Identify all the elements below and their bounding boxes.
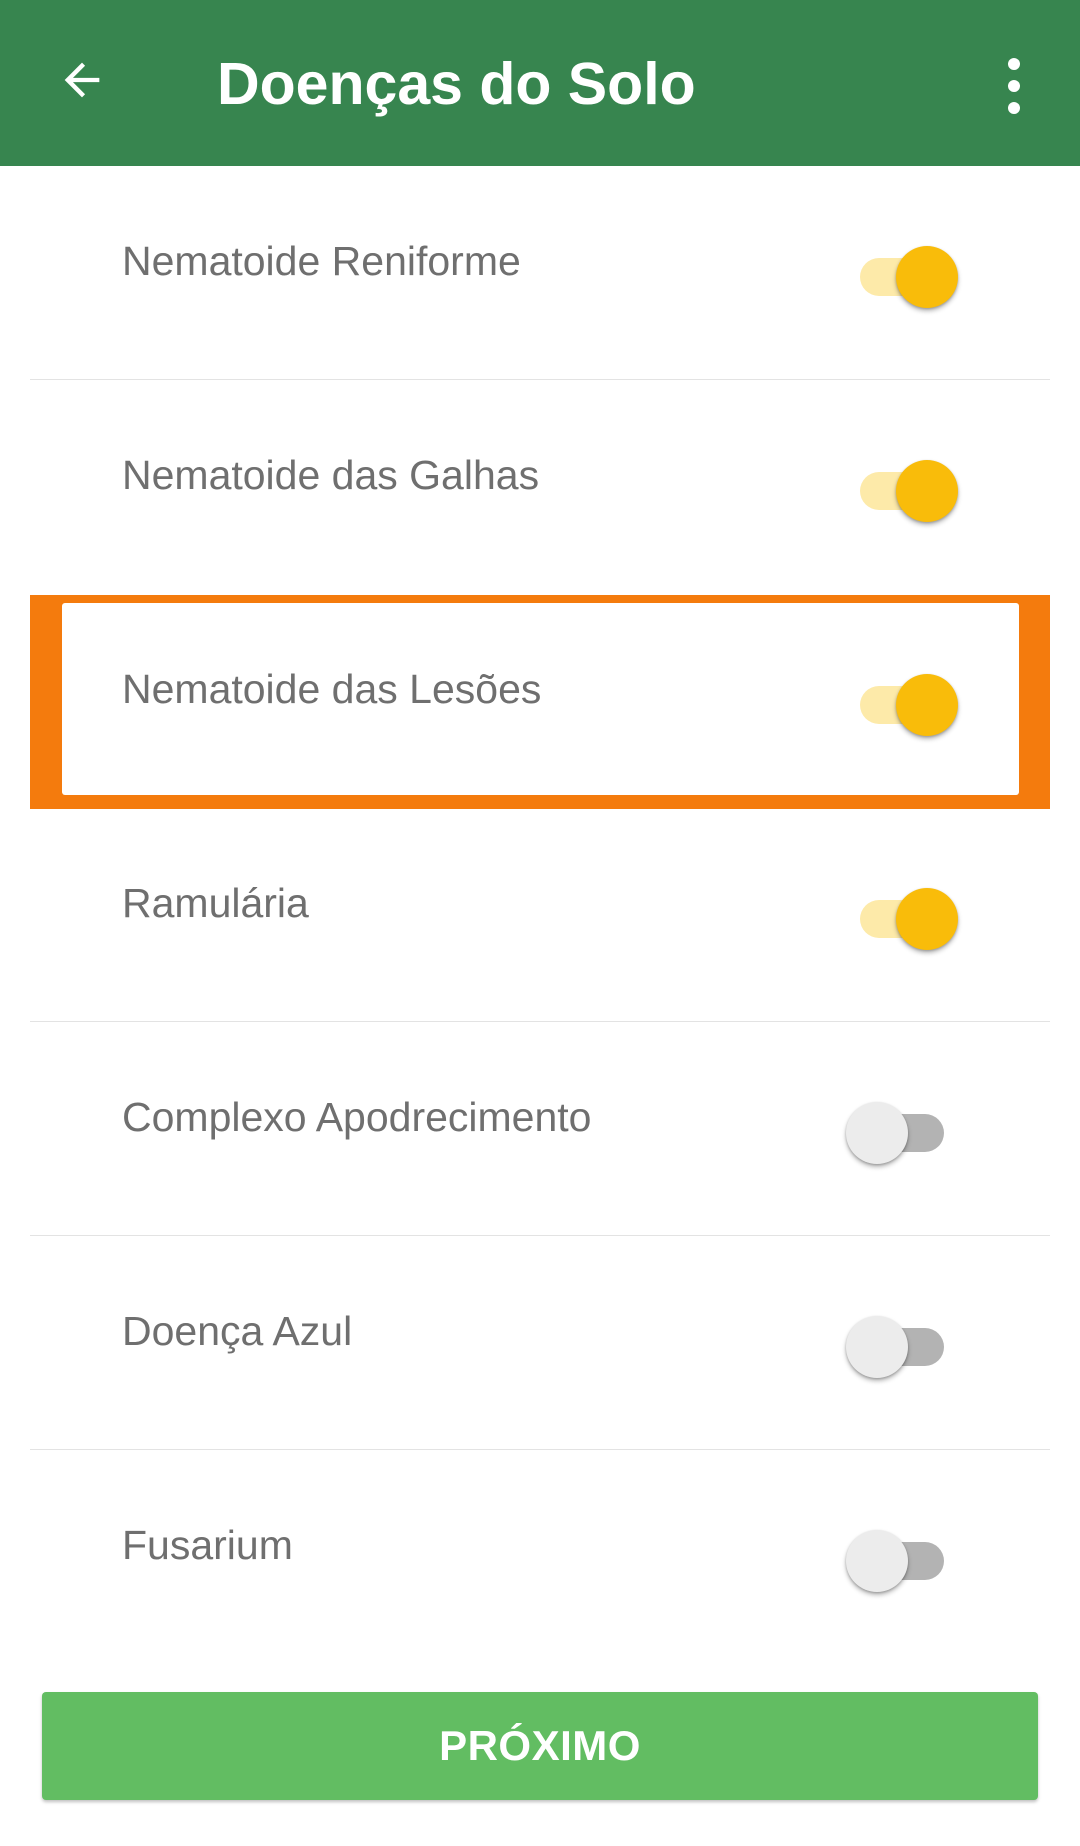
- list-item-doenca-azul[interactable]: Doença Azul: [30, 1236, 1050, 1450]
- list-item-label: Ramulária: [122, 880, 309, 926]
- switch-thumb: [846, 1102, 908, 1164]
- more-vert-icon: [1008, 58, 1020, 114]
- list-item-label: Doença Azul: [122, 1308, 353, 1354]
- list-item-nematoide-reniforme[interactable]: Nematoide Reniforme: [30, 166, 1050, 380]
- toggle-switch[interactable]: [852, 236, 958, 308]
- switch-thumb: [896, 888, 958, 950]
- arrow-left-icon: [64, 62, 100, 98]
- toggle-switch[interactable]: [846, 1306, 952, 1378]
- list-item-label: Nematoide das Lesões: [122, 666, 542, 712]
- toggle-switch[interactable]: [852, 664, 958, 736]
- overflow-menu-button[interactable]: [992, 50, 1036, 122]
- page-title: Doenças do Solo: [217, 51, 696, 117]
- toggle-switch[interactable]: [852, 878, 958, 950]
- list-item-label: Nematoide das Galhas: [122, 452, 540, 498]
- switch-thumb: [846, 1530, 908, 1592]
- list-item-label: Complexo Apodrecimento: [122, 1094, 592, 1140]
- app-bar: Doenças do Solo: [0, 0, 1080, 166]
- list-item-label: Fusarium: [122, 1522, 293, 1568]
- list-item-nematoide-das-lesoes[interactable]: Nematoide das Lesões: [30, 594, 1050, 808]
- list-item-fusarium[interactable]: Fusarium: [30, 1450, 1050, 1664]
- switch-thumb: [846, 1316, 908, 1378]
- switch-thumb: [896, 246, 958, 308]
- toggle-switch[interactable]: [852, 450, 958, 522]
- list-item-nematoide-das-galhas[interactable]: Nematoide das Galhas: [30, 380, 1050, 594]
- back-button[interactable]: [52, 50, 112, 110]
- list-item-ramularia[interactable]: Ramulária: [30, 808, 1050, 1022]
- switch-thumb: [896, 460, 958, 522]
- list-item-label: Nematoide Reniforme: [122, 238, 521, 284]
- next-button[interactable]: PRÓXIMO: [42, 1692, 1038, 1800]
- toggle-switch[interactable]: [846, 1092, 952, 1164]
- toggle-switch[interactable]: [846, 1520, 952, 1592]
- switch-thumb: [896, 674, 958, 736]
- list-item-complexo-apodrecimento[interactable]: Complexo Apodrecimento: [30, 1022, 1050, 1236]
